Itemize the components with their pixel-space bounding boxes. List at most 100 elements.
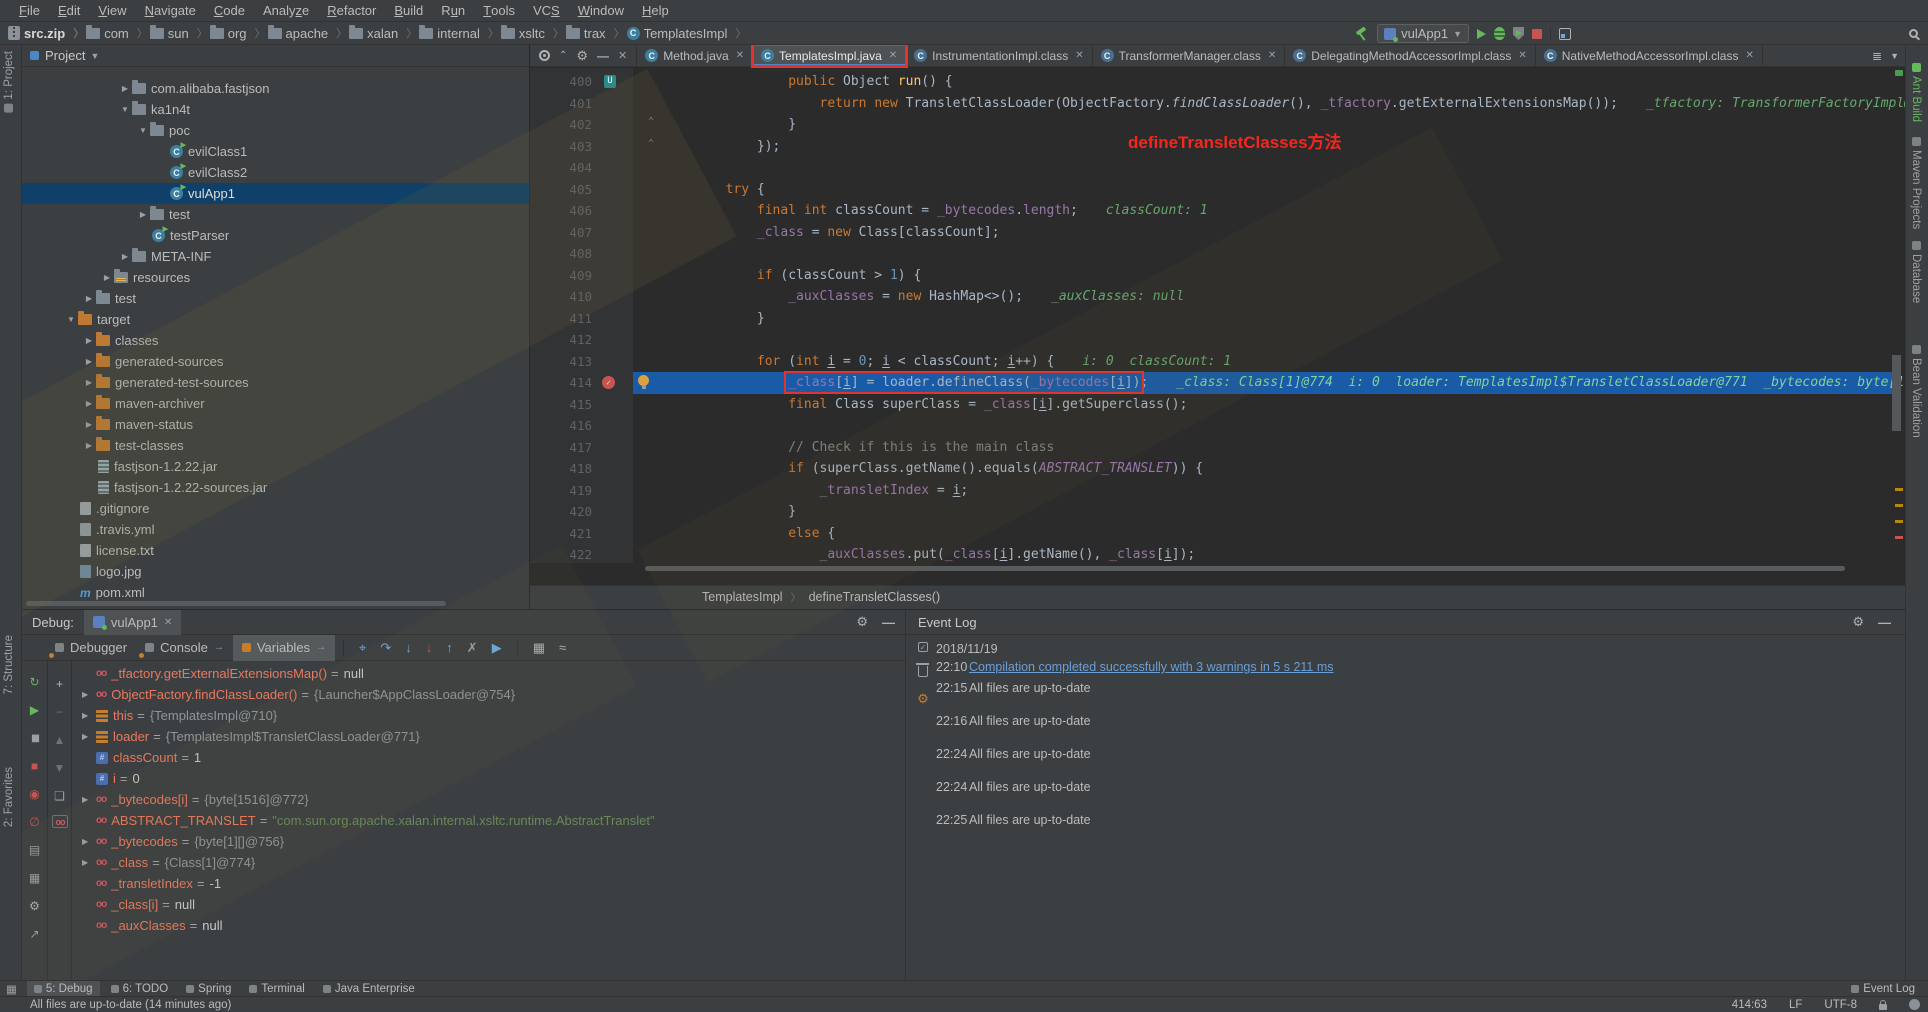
hector-icon[interactable] (1909, 999, 1920, 1010)
tree-collapsed-icon[interactable]: ▶ (118, 252, 132, 261)
collapse-all-icon[interactable]: ⌃ (559, 50, 567, 61)
editor-vscrollbar[interactable] (1892, 355, 1901, 431)
tree-item-logo.jpg[interactable]: logo.jpg (22, 561, 529, 582)
caret-position[interactable]: 414:63 (1732, 999, 1767, 1011)
pin-icon[interactable]: ↗ (22, 925, 47, 943)
sidebar-item-structure[interactable]: 7: Structure (3, 635, 15, 694)
duplicate-icon[interactable]: ❏ (48, 787, 71, 805)
tree-collapsed-icon[interactable]: ▶ (82, 420, 96, 429)
editor-hscrollbar[interactable] (645, 566, 1845, 571)
code-line-416[interactable]: 416 (530, 415, 1905, 437)
debugger-tab-variables[interactable]: Variables→ (233, 635, 335, 661)
step-out-icon[interactable]: ↑ (446, 640, 453, 655)
gear-icon[interactable]: ⚙ (576, 48, 588, 64)
tab-Method-java[interactable]: CMethod.java✕ (637, 45, 753, 66)
locate-file-icon[interactable] (539, 50, 550, 61)
tree-collapsed-icon[interactable]: ▶ (82, 357, 96, 366)
lock-icon[interactable] (1879, 1004, 1887, 1010)
menu-item-run[interactable]: Run (432, 0, 474, 22)
code-line-415[interactable]: 415final Class superClass = _class[i].ge… (530, 394, 1905, 416)
view-breakpoints-icon[interactable]: ◉ (22, 785, 47, 803)
tree-item-classes[interactable]: ▶classes (22, 330, 529, 351)
debugger-tab-debugger[interactable]: Debugger (46, 635, 136, 661)
tree-collapsed-icon[interactable]: ▶ (82, 441, 96, 450)
code-line-411[interactable]: 411} (530, 308, 1905, 330)
window-button-6--todo[interactable]: 6: TODO (104, 981, 176, 997)
window-button-event-log[interactable]: Event Log (1844, 981, 1922, 997)
code-line-421[interactable]: 421else { (530, 523, 1905, 545)
code-line-413[interactable]: 413for (int i = 0; i < classCount; i++) … (530, 351, 1905, 373)
variable-row-_tfactorygetExternalExtensionsMap[interactable]: oo_tfactory.getExternalExtensionsMap()=n… (82, 663, 905, 684)
code-line-417[interactable]: 417// Check if this is the main class (530, 437, 1905, 459)
breadcrumb-item-xsltc[interactable]: xsltc〉 (501, 25, 564, 41)
remove-watch-icon[interactable]: − (48, 703, 71, 721)
variable-row-loader[interactable]: ▶loader={TemplatesImpl$TransletClassLoad… (82, 726, 905, 747)
menu-item-window[interactable]: Window (569, 0, 633, 22)
sidebar-item-project[interactable]: 1: Project (3, 51, 15, 113)
run-with-coverage-button[interactable] (1513, 27, 1524, 40)
tree-item-vulApp1[interactable]: CvulApp1 (22, 183, 529, 204)
breadcrumb-item-srczip[interactable]: src.zip〉 (8, 25, 84, 41)
close-tab-icon[interactable]: ✕ (736, 50, 744, 61)
hide-icon[interactable]: — (882, 615, 895, 630)
step-over-icon[interactable]: ↷ (380, 640, 391, 656)
tree-expanded-icon[interactable]: ▼ (136, 126, 150, 135)
stop-icon[interactable]: ■ (22, 757, 47, 775)
tree-collapsed-icon[interactable]: ▶ (82, 690, 96, 699)
code-line-401[interactable]: 401return new TransletClassLoader(Object… (530, 93, 1905, 115)
variable-row-_bytecodesi[interactable]: ▶oo_bytecodes[i]={byte[1516]@772} (82, 789, 905, 810)
drop-frame-icon[interactable]: ✗ (467, 640, 478, 656)
code-line-400[interactable]: 400Upublic Object run() { (530, 71, 1905, 93)
close-icon[interactable]: ✕ (618, 49, 627, 62)
run-to-cursor-icon[interactable]: ▶ (492, 640, 502, 656)
breadcrumb-item-org[interactable]: org〉 (210, 25, 266, 41)
variable-row-_bytecodes[interactable]: ▶oo_bytecodes={byte[1][]@756} (82, 831, 905, 852)
code-line-422[interactable]: 422_auxClasses.put(_class[i].getName(), … (530, 544, 1905, 563)
tool-window-switcher-icon[interactable]: ▦ (6, 982, 17, 996)
tree-collapsed-icon[interactable]: ▶ (82, 837, 96, 846)
encoding-indicator[interactable]: UTF-8 (1824, 999, 1857, 1011)
tree-item-generated-sources[interactable]: ▶generated-sources (22, 351, 529, 372)
variable-row-_transletIndex[interactable]: oo_transletIndex=-1 (82, 873, 905, 894)
code-line-418[interactable]: 418if (superClass.getName().equals(ABSTR… (530, 458, 1905, 480)
tree-expanded-icon[interactable]: ▼ (118, 105, 132, 114)
editor-error-stripe[interactable] (1893, 68, 1905, 563)
tree-collapsed-icon[interactable]: ▶ (100, 273, 114, 282)
gear-icon[interactable]: ⚙ (856, 614, 868, 630)
fold-marker-icon[interactable]: ⌃ (648, 138, 654, 149)
tree-item-poc[interactable]: ▼poc (22, 120, 529, 141)
close-icon[interactable]: ✕ (164, 617, 172, 628)
menu-item-code[interactable]: Code (205, 0, 254, 22)
hide-icon[interactable]: — (1878, 615, 1891, 630)
menu-item-file[interactable]: File (10, 0, 49, 22)
evaluate-expression-icon[interactable]: ▦ (533, 640, 545, 656)
tree-item-com.alibaba.fastjson[interactable]: ▶com.alibaba.fastjson (22, 78, 529, 99)
settings-wrench-icon[interactable]: ⚙ (917, 691, 929, 707)
tab-TemplatesImpl-java[interactable]: CTemplatesImpl.java✕ (753, 45, 906, 66)
fold-marker-icon[interactable]: ⌃ (648, 116, 654, 127)
mute-breakpoints-icon[interactable]: ∅ (22, 813, 47, 831)
tree-collapsed-icon[interactable]: ▶ (82, 378, 96, 387)
variable-row-ObjectFactoryfindClassLoader[interactable]: ▶ooObjectFactory.findClassLoader()={Laun… (82, 684, 905, 705)
tree-item-.gitignore[interactable]: .gitignore (22, 498, 529, 519)
settings-icon[interactable]: ⚙ (22, 897, 47, 915)
sidebar-item-bean-validation[interactable]: Bean Validation (1910, 345, 1922, 438)
menu-item-help[interactable]: Help (633, 0, 678, 22)
variable-row-this[interactable]: ▶this={TemplatesImpl@710} (82, 705, 905, 726)
breadcrumb-item-xalan[interactable]: xalan〉 (349, 25, 417, 41)
code-line-408[interactable]: 408 (530, 243, 1905, 265)
variable-row-_auxClasses[interactable]: oo_auxClasses=null (82, 915, 905, 936)
gear-icon[interactable]: ⚙ (1852, 614, 1864, 630)
project-tree-hscrollbar[interactable] (26, 601, 446, 606)
menu-item-build[interactable]: Build (385, 0, 432, 22)
search-everywhere-icon[interactable] (1909, 29, 1918, 38)
tree-item-test[interactable]: ▶test (22, 288, 529, 309)
code-line-410[interactable]: 410_auxClasses = new HashMap<>();_auxCla… (530, 286, 1905, 308)
tree-collapsed-icon[interactable]: ▶ (82, 795, 96, 804)
menu-item-tools[interactable]: Tools (474, 0, 524, 22)
tree-item-maven-archiver[interactable]: ▶maven-archiver (22, 393, 529, 414)
sidebar-item-database[interactable]: Database (1910, 241, 1922, 303)
code-line-412[interactable]: 412 (530, 329, 1905, 351)
window-button-spring[interactable]: Spring (179, 981, 238, 997)
clear-all-icon[interactable] (918, 666, 928, 677)
